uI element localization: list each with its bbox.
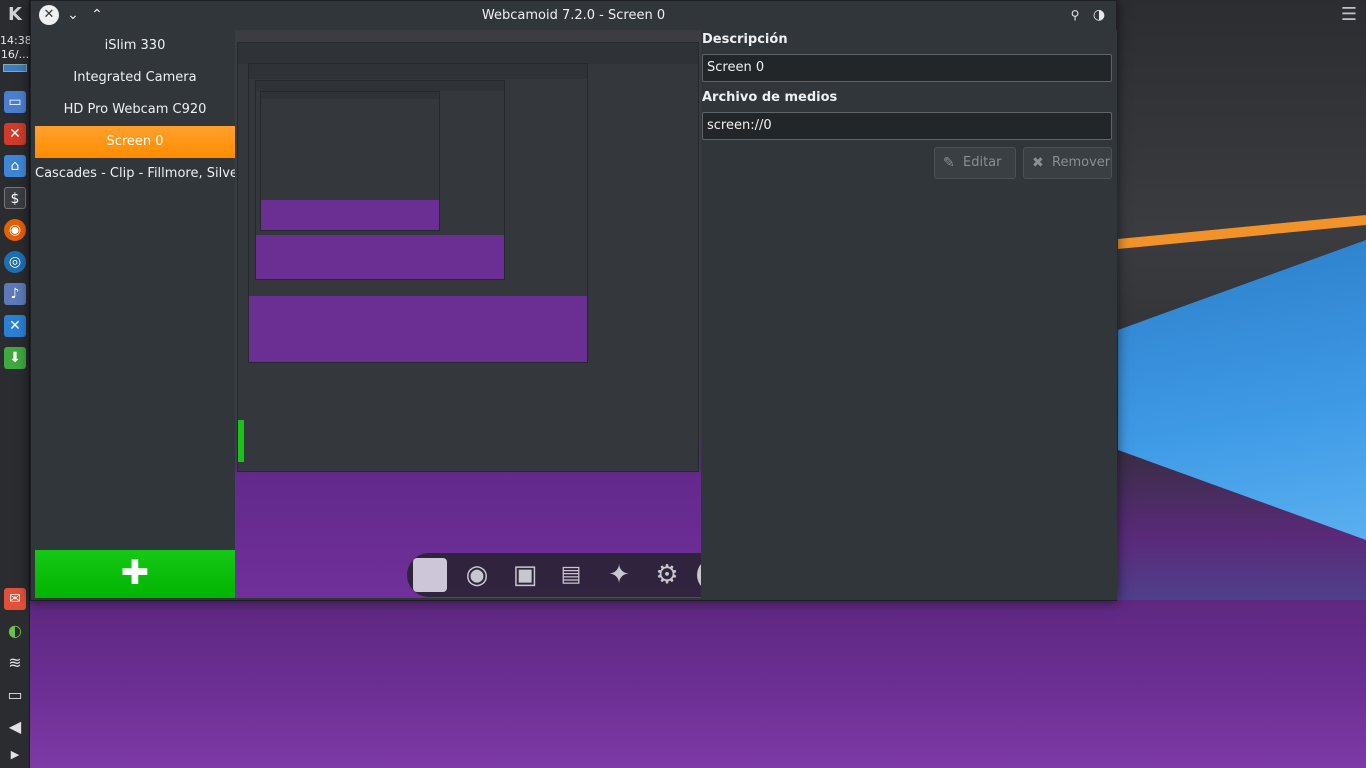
recursive-frame-floor: [256, 235, 504, 279]
description-input[interactable]: Screen 0: [702, 54, 1112, 82]
device-item-integrated-camera[interactable]: Integrated Camera: [35, 62, 235, 94]
mail-icon[interactable]: ✉: [4, 588, 26, 610]
recursive-frame: [248, 63, 588, 363]
volume-muted-icon[interactable]: ◀: [4, 716, 26, 738]
device-item-cascades-clip[interactable]: Cascades - Clip - Fillmore, Silver Sp: [35, 158, 235, 190]
thunderbird-icon[interactable]: ◎: [4, 251, 26, 273]
kde-launcher-icon[interactable]: K: [4, 4, 26, 26]
music-player-icon[interactable]: ♪: [4, 283, 26, 305]
video-preview[interactable]: ◉ ▣ ▤ ✦ ⚙ i: [235, 30, 701, 598]
recursive-frame: [255, 80, 505, 280]
description-label: Descripción: [702, 32, 788, 47]
magic-wand-icon[interactable]: ✦: [601, 559, 637, 591]
clock[interactable]: 14:38 16/...: [0, 34, 32, 62]
device-item-islim[interactable]: iSlim 330: [35, 30, 235, 62]
gear-icon[interactable]: ⚙: [649, 559, 685, 591]
recursive-frame-floor: [261, 199, 439, 230]
remote-desktop-icon[interactable]: ✕: [4, 315, 26, 337]
terminal-icon[interactable]: $: [4, 187, 26, 209]
device-form: Descripción Screen 0 Archivo de medios s…: [701, 30, 1117, 600]
playback-toolbar: ◉ ▣ ▤ ✦ ⚙ i: [407, 553, 701, 597]
wifi-icon[interactable]: ≋: [4, 652, 26, 674]
edit-label: Editar: [963, 155, 1002, 170]
recursive-frame-floor: [249, 296, 587, 362]
recursive-frame-titlebar: [261, 92, 439, 99]
system-tools-icon[interactable]: ✕: [4, 123, 26, 145]
battery-icon[interactable]: ▭: [4, 684, 26, 706]
download-icon[interactable]: ⬇: [4, 347, 26, 369]
remove-label: Remover: [1052, 155, 1111, 170]
wallpaper-floor: [30, 600, 1366, 768]
clock-time: 14:38: [0, 34, 32, 47]
recursive-frame-titlebar: [238, 43, 698, 65]
plus-icon: ✚: [120, 553, 150, 593]
device-item-hd-pro-webcam[interactable]: HD Pro Webcam C920: [35, 94, 235, 126]
battery-mini-icon: [3, 64, 27, 72]
edit-button[interactable]: ✎ Editar: [934, 147, 1016, 179]
panel-menu-icon[interactable]: ☰: [1336, 2, 1362, 28]
pin-icon[interactable]: ⚲: [1065, 5, 1085, 25]
remove-button[interactable]: ✖ Remover: [1023, 147, 1112, 179]
recursive-frame-add-bar: [238, 419, 244, 463]
recursive-frame: [237, 42, 699, 472]
window-title: Webcamoid 7.2.0 - Screen 0: [481, 8, 666, 23]
tor-browser-icon[interactable]: ◐: [4, 620, 26, 642]
recursive-frame-titlebar: [256, 81, 504, 91]
webcam-icon[interactable]: ◉: [459, 559, 495, 591]
home-folder-icon[interactable]: ⌂: [4, 155, 26, 177]
night-mode-icon[interactable]: ◑: [1089, 5, 1109, 25]
recursive-frame: [260, 91, 440, 231]
expand-tray-icon[interactable]: ▶: [4, 744, 26, 766]
add-device-button[interactable]: ✚: [35, 550, 235, 598]
film-icon[interactable]: ▤: [553, 559, 589, 591]
device-item-screen-0[interactable]: Screen 0: [35, 126, 235, 158]
title-bar: ✕ ⌄ ⌃ Webcamoid 7.2.0 - Screen 0 ⚲ ◑: [31, 1, 1116, 30]
media-file-label: Archivo de medios: [702, 90, 838, 105]
recursive-frame-titlebar: [249, 64, 587, 79]
webcamoid-window: ✕ ⌄ ⌃ Webcamoid 7.2.0 - Screen 0 ⚲ ◑ iSl…: [30, 0, 1117, 601]
firefox-icon[interactable]: ◉: [4, 219, 26, 241]
clock-date: 16/...: [0, 48, 30, 61]
computer-icon[interactable]: ▭: [4, 91, 26, 113]
device-list: iSlim 330 Integrated Camera HD Pro Webca…: [35, 30, 235, 550]
camera-icon[interactable]: ▣: [507, 559, 543, 591]
edit-icon: ✎: [943, 155, 955, 171]
taskbar: K 14:38 16/... ▭ ✕ ⌂ $ ◉ ◎ ♪ ✕ ⬇ ✉ ◐ ≋ ▭…: [0, 0, 32, 768]
remove-icon: ✖: [1032, 155, 1044, 171]
media-file-input[interactable]: screen://0: [702, 112, 1112, 140]
stop-icon[interactable]: [413, 558, 447, 592]
